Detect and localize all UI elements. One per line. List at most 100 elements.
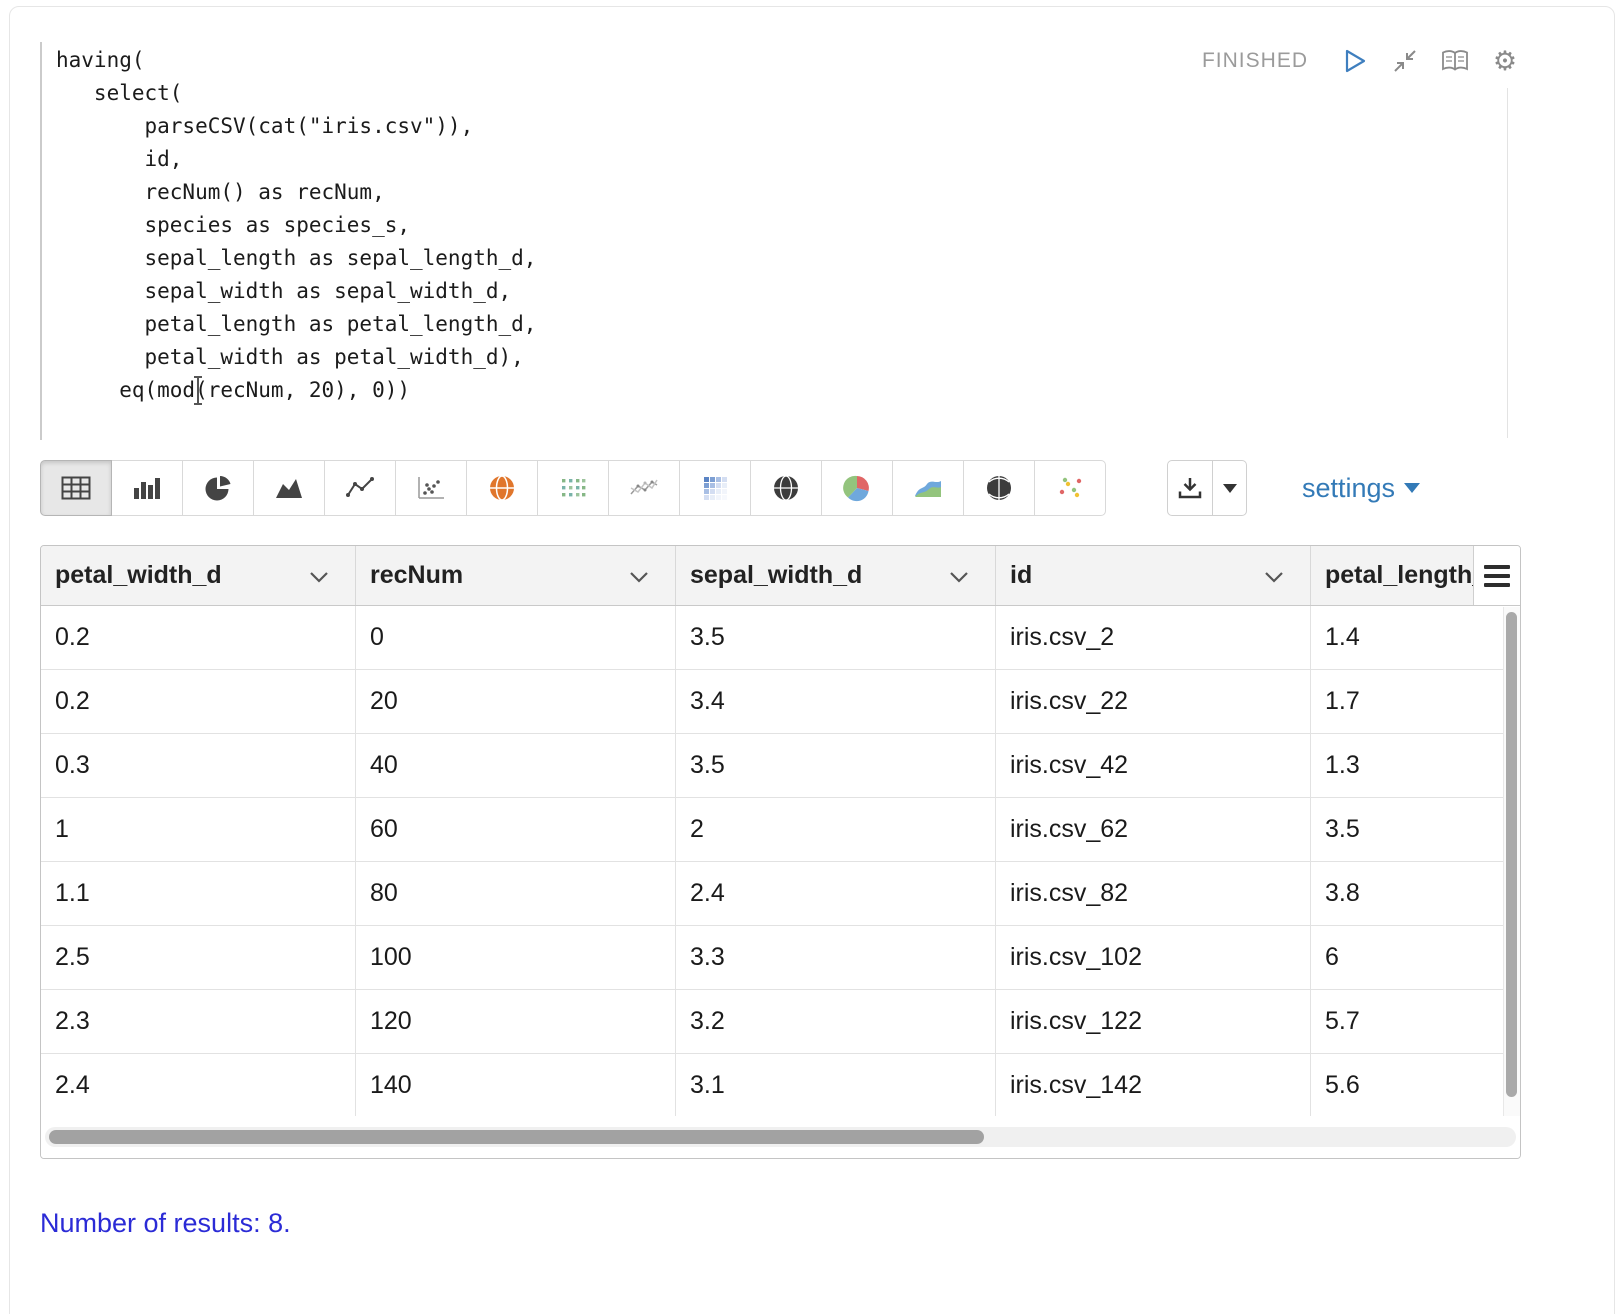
- table-cell: iris.csv_102: [996, 926, 1311, 989]
- table-cell: 0: [356, 606, 676, 669]
- code-line: recNum() as recNum,: [56, 176, 536, 209]
- download-options-button[interactable]: [1213, 460, 1247, 516]
- settings-link[interactable]: settings: [1302, 460, 1420, 516]
- column-label: sepal_width_d: [676, 546, 995, 605]
- results-count: Number of results: 8.: [40, 1208, 291, 1239]
- table-cell: 60: [356, 798, 676, 861]
- column-header-id[interactable]: id: [996, 546, 1311, 605]
- table-cell: 100: [356, 926, 676, 989]
- table-cell: 1.7: [1311, 670, 1520, 733]
- table-cell: iris.csv_22: [996, 670, 1311, 733]
- editor-scrollbar[interactable]: [1507, 88, 1508, 438]
- chart-button-geo-area[interactable]: [892, 460, 964, 516]
- table-row: 0.3403.5iris.csv_421.3: [41, 734, 1520, 798]
- book-icon: [1441, 49, 1469, 73]
- chart-button-multi-line[interactable]: [608, 460, 680, 516]
- table-cell: 1.4: [1311, 606, 1520, 669]
- column-header-sepal_width_d[interactable]: sepal_width_d: [676, 546, 996, 605]
- code-line: parseCSV(cat("iris.csv")),: [56, 110, 536, 143]
- table-cell: iris.csv_122: [996, 990, 1311, 1053]
- column-header-petal_width_d[interactable]: petal_width_d: [41, 546, 356, 605]
- editor-gutter-border: [40, 42, 42, 440]
- chevron-down-icon[interactable]: [309, 571, 329, 583]
- chart-button-pie[interactable]: [182, 460, 254, 516]
- chevron-down-icon[interactable]: [949, 571, 969, 583]
- code-line: sepal_length as sepal_length_d,: [56, 242, 536, 275]
- chart-button-globe-alt[interactable]: [963, 460, 1035, 516]
- table-cell: iris.csv_142: [996, 1054, 1311, 1117]
- table-cell: 0.3: [41, 734, 356, 797]
- chart-button-grid-plot[interactable]: [537, 460, 609, 516]
- table-cell: 80: [356, 862, 676, 925]
- code-line: species as species_s,: [56, 209, 536, 242]
- collapse-button[interactable]: [1390, 46, 1420, 76]
- table-cell: 1.1: [41, 862, 356, 925]
- table-cell: iris.csv_2: [996, 606, 1311, 669]
- table-cell: 3.5: [676, 734, 996, 797]
- table-cell: 40: [356, 734, 676, 797]
- chart-button-pie-colored[interactable]: [821, 460, 893, 516]
- gear-icon: ⚙: [1493, 48, 1517, 75]
- column-label: id: [996, 546, 1310, 605]
- horizontal-scrollbar-thumb[interactable]: [49, 1130, 984, 1144]
- table-cell: 0.2: [41, 606, 356, 669]
- table-row: 2.51003.3iris.csv_1026: [41, 926, 1520, 990]
- vertical-scrollbar-thumb[interactable]: [1506, 612, 1517, 1097]
- column-header-recNum[interactable]: recNum: [356, 546, 676, 605]
- chevron-down-icon[interactable]: [629, 571, 649, 583]
- column-label: petal_width_d: [41, 546, 355, 605]
- table-cell: 5.6: [1311, 1054, 1520, 1117]
- scatter-plot-icon: [417, 476, 445, 500]
- table-cell: 2.5: [41, 926, 356, 989]
- horizontal-scrollbar[interactable]: [41, 1116, 1520, 1158]
- code-line: sepal_width as sepal_width_d,: [56, 275, 536, 308]
- table-body: 0.20 3.5 iris.csv_21.40.2203.4iris.csv_221…: [41, 606, 1520, 1118]
- show-editor-button[interactable]: [1440, 46, 1470, 76]
- table-cell: iris.csv_62: [996, 798, 1311, 861]
- chart-button-line[interactable]: [324, 460, 396, 516]
- code-editor[interactable]: having( select( parseCSV(cat("iris.csv")…: [40, 42, 1508, 442]
- table-cell: 2.3: [41, 990, 356, 1053]
- table-menu-button[interactable]: [1473, 546, 1520, 605]
- download-button[interactable]: [1167, 460, 1213, 516]
- collapse-icon: [1392, 48, 1418, 74]
- run-button[interactable]: [1340, 46, 1370, 76]
- text-cursor: [197, 378, 199, 403]
- table-cell: 3.8: [1311, 862, 1520, 925]
- vertical-scrollbar[interactable]: [1503, 607, 1520, 1116]
- settings-label: settings: [1302, 473, 1395, 504]
- paragraph-settings-button[interactable]: ⚙: [1490, 46, 1520, 76]
- table-row: 1.1802.4iris.csv_823.8: [41, 862, 1520, 926]
- chart-button-bar[interactable]: [111, 460, 183, 516]
- chart-button-heatmap[interactable]: [679, 460, 751, 516]
- table-cell: 120: [356, 990, 676, 1053]
- world-map-icon: [488, 474, 516, 502]
- table-cell: 3.2: [676, 990, 996, 1053]
- caret-down-icon: [1223, 484, 1237, 493]
- chart-button-scatter[interactable]: [395, 460, 467, 516]
- table-row: 1602iris.csv_623.5: [41, 798, 1520, 862]
- code-line: select(: [56, 77, 536, 110]
- multi-line-chart-icon: [629, 476, 659, 500]
- pie-colored-icon: [843, 474, 871, 502]
- hamburger-icon: [1484, 565, 1510, 569]
- chart-button-globe[interactable]: [750, 460, 822, 516]
- status-label: FINISHED: [1202, 49, 1308, 73]
- table-cell: 6: [1311, 926, 1520, 989]
- download-icon: [1178, 476, 1202, 500]
- table-cell: iris.csv_82: [996, 862, 1311, 925]
- chart-button-table[interactable]: [40, 460, 112, 516]
- settings-caret-icon: [1404, 483, 1420, 493]
- chart-button-area[interactable]: [253, 460, 325, 516]
- table-cell: 2.4: [41, 1054, 356, 1117]
- table-row: 0.2203.4iris.csv_221.7: [41, 670, 1520, 734]
- chart-button-bubble[interactable]: [1034, 460, 1106, 516]
- table-cell: 2: [676, 798, 996, 861]
- code-line: petal_width as petal_width_d),: [56, 341, 536, 374]
- globe-alt-icon: [985, 474, 1013, 502]
- globe-icon: [772, 474, 800, 502]
- column-label: recNum: [356, 546, 675, 605]
- chevron-down-icon[interactable]: [1264, 571, 1284, 583]
- table-cell: 3.1: [676, 1054, 996, 1117]
- chart-button-world-map[interactable]: [466, 460, 538, 516]
